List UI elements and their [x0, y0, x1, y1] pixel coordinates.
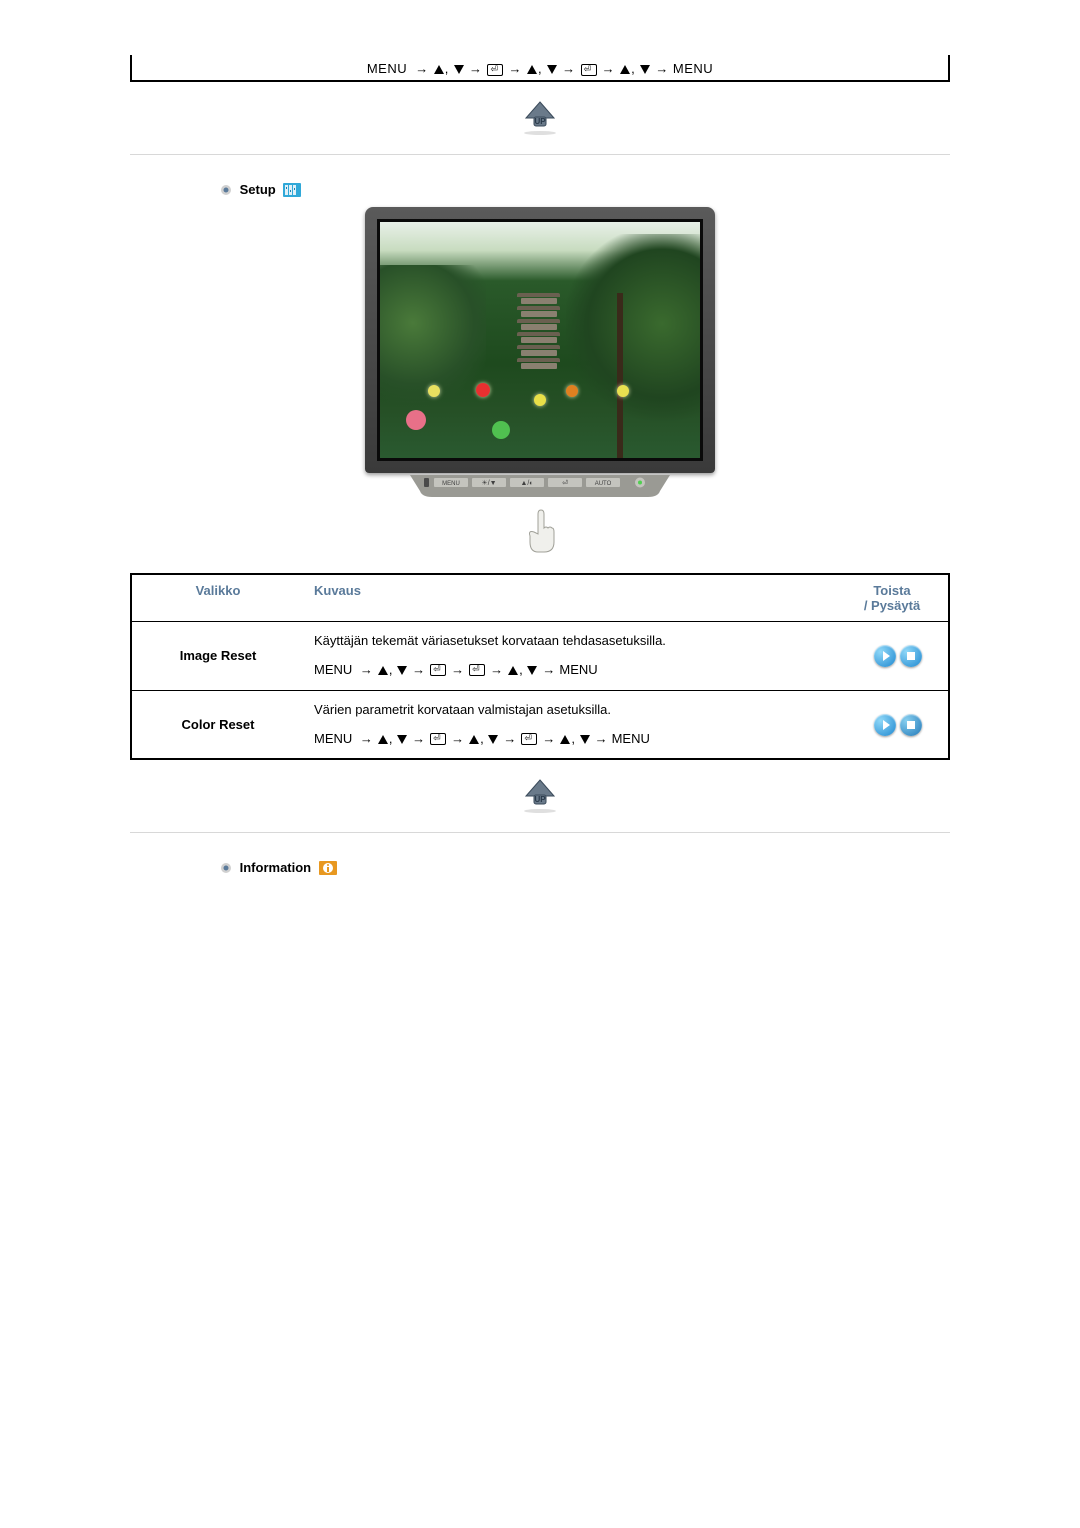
play-button[interactable]	[874, 714, 896, 736]
arrow-right-sep: →	[490, 662, 503, 677]
arrow-right-sep: →	[542, 662, 555, 677]
svg-text:UP: UP	[534, 117, 546, 126]
arrow-right-sep: →	[503, 731, 516, 746]
monitor-screen	[377, 219, 703, 461]
enter-icon	[430, 664, 446, 676]
nav-sequence: MENU →, →→→, →MENU	[314, 661, 844, 680]
th-menu: Valikko	[132, 575, 304, 621]
up-arrow-icon: UP	[516, 100, 564, 136]
nav-sequence: MENU →, →→, →→, →MENU	[367, 61, 713, 76]
arrow-up-icon	[560, 735, 570, 744]
arrow-right-sep: →	[469, 61, 483, 76]
play-button[interactable]	[874, 645, 896, 667]
arrow-right-sep: →	[360, 731, 373, 746]
row-desc-text: Käyttäjän tekemät väriasetukset korvataa…	[314, 633, 666, 648]
section-title-information: Information	[220, 859, 955, 875]
document-page: MENU →, →→, →→, →MENU UP Setup	[85, 0, 995, 1261]
th-play: Toista / Pysäytä	[836, 575, 948, 621]
arrow-up-icon	[527, 65, 537, 74]
enter-icon	[469, 664, 485, 676]
arrow-up-icon	[469, 735, 479, 744]
section-title-setup: Setup	[220, 181, 955, 197]
arrow-up-icon	[434, 65, 444, 74]
svg-text:AUTO: AUTO	[595, 481, 612, 487]
arrow-right-sep: →	[542, 731, 555, 746]
divider	[130, 832, 950, 833]
arrow-right-sep: →	[508, 61, 522, 76]
arrow-right-sep: →	[655, 61, 669, 76]
up-arrow-icon: UP	[516, 778, 564, 814]
row-menu-label: Color Reset	[132, 709, 304, 740]
table-row: Image Reset Käyttäjän tekemät väriasetuk…	[132, 622, 948, 691]
arrow-up-icon	[508, 666, 518, 675]
bullet-icon	[220, 862, 232, 874]
arrow-right-sep: →	[595, 731, 608, 746]
screen-garden-image	[380, 222, 700, 458]
monitor-bezel	[365, 207, 715, 473]
svg-text:MENU: MENU	[442, 481, 460, 487]
arrow-right-sep: →	[451, 662, 464, 677]
top-nav-block: MENU →, →→, →→, →MENU	[130, 55, 950, 82]
arrow-up-icon	[620, 65, 630, 74]
section-title-text: Information	[240, 861, 312, 876]
svg-text:☀/▼: ☀/▼	[481, 479, 496, 487]
scroll-top-button[interactable]: UP	[516, 778, 564, 814]
row-menu-label: Image Reset	[132, 640, 304, 671]
svg-text:▲/◐: ▲/◐	[520, 480, 533, 487]
bullet-icon	[220, 184, 232, 196]
hand-pointer-icon	[365, 508, 715, 557]
arrow-right-sep: →	[412, 662, 425, 677]
arrow-right-sep: →	[360, 662, 373, 677]
monitor-controls-panel: MENU ☀/▼ ▲/◐ ⏎ AUTO	[365, 475, 715, 500]
scroll-top-button[interactable]: UP	[516, 100, 564, 136]
th-desc: Kuvaus	[304, 575, 836, 621]
section-title-text: Setup	[240, 182, 276, 197]
enter-icon	[521, 733, 537, 745]
svg-text:UP: UP	[534, 795, 546, 804]
arrow-down-icon	[640, 65, 650, 74]
arrow-right-sep: →	[415, 61, 429, 76]
divider	[130, 154, 950, 155]
settings-table: Valikko Kuvaus Toista / Pysäytä Image Re…	[130, 573, 950, 760]
arrow-down-icon	[488, 735, 498, 744]
arrow-down-icon	[397, 735, 407, 744]
table-row: Color Reset Värien parametrit korvataan …	[132, 691, 948, 759]
arrow-right-sep: →	[451, 731, 464, 746]
stop-button[interactable]	[900, 645, 922, 667]
monitor-illustration: MENU ☀/▼ ▲/◐ ⏎ AUTO	[125, 207, 955, 557]
arrow-down-icon	[580, 735, 590, 744]
row-desc-text: Värien parametrit korvataan valmistajan …	[314, 702, 611, 717]
stop-button[interactable]	[900, 714, 922, 736]
arrow-up-icon	[378, 666, 388, 675]
enter-icon	[430, 733, 446, 745]
arrow-down-icon	[547, 65, 557, 74]
arrow-right-sep: →	[412, 731, 425, 746]
svg-text:⏎: ⏎	[562, 479, 568, 487]
enter-icon	[581, 64, 597, 76]
nav-sequence: MENU →, →→, →→, →MENU	[314, 730, 844, 749]
enter-icon	[487, 64, 503, 76]
arrow-down-icon	[527, 666, 537, 675]
setup-icon	[283, 183, 301, 197]
arrow-down-icon	[397, 666, 407, 675]
row-description: Värien parametrit korvataan valmistajan …	[304, 691, 848, 759]
information-icon	[319, 861, 337, 875]
arrow-right-sep: →	[562, 61, 576, 76]
arrow-up-icon	[378, 735, 388, 744]
table-header-row: Valikko Kuvaus Toista / Pysäytä	[132, 575, 948, 622]
arrow-down-icon	[454, 65, 464, 74]
row-description: Käyttäjän tekemät väriasetukset korvataa…	[304, 622, 848, 690]
arrow-right-sep: →	[602, 61, 616, 76]
